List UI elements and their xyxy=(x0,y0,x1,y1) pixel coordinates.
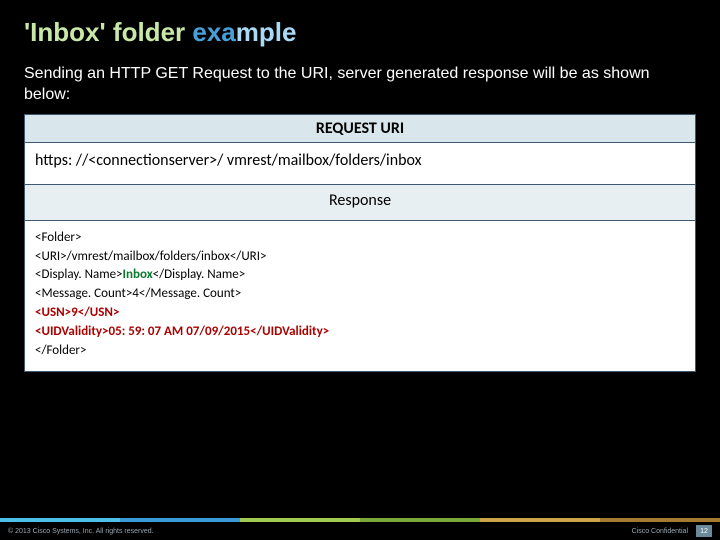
xml-highlight-inbox: Inbox xyxy=(123,267,153,282)
response-body: <Folder> <URI>/vmrest/mailbox/folders/in… xyxy=(25,221,695,371)
xml-line: </Folder> xyxy=(35,342,685,361)
xml-fragment: </Display. Name> xyxy=(153,267,246,282)
xml-line-uidvalidity: <UIDValidity>05: 59: 07 AM 07/09/2015</U… xyxy=(35,323,685,342)
xml-line-usn: <USN>9</USN> xyxy=(35,304,685,323)
page-number: 12 xyxy=(696,525,712,537)
xml-line: <Folder> xyxy=(35,229,685,248)
footer-text-row: © 2013 Cisco Systems, Inc. All rights re… xyxy=(0,522,720,540)
xml-line: <URI>/vmrest/mailbox/folders/inbox</URI> xyxy=(35,248,685,267)
copyright-text: © 2013 Cisco Systems, Inc. All rights re… xyxy=(8,528,632,535)
xml-fragment: <Display. Name> xyxy=(35,267,123,282)
confidential-text: Cisco Confidential xyxy=(632,528,688,535)
title-part-mple: mple xyxy=(236,17,297,47)
response-header: Response xyxy=(25,185,695,221)
slide-title: 'Inbox' folder example xyxy=(0,0,720,55)
title-part-quoted: 'Inbox' folder xyxy=(24,17,192,47)
request-response-table: REQUEST URI https: //<connectionserver>/… xyxy=(24,114,696,372)
xml-line: <Message. Count>4</Message. Count> xyxy=(35,285,685,304)
request-uri-value: https: //<connectionserver>/ vmrest/mail… xyxy=(25,143,695,185)
slide-subtitle: Sending an HTTP GET Request to the URI, … xyxy=(0,55,720,110)
request-uri-header: REQUEST URI xyxy=(25,115,695,143)
title-part-exa: exa xyxy=(192,17,235,47)
xml-line: <Display. Name>Inbox</Display. Name> xyxy=(35,266,685,285)
